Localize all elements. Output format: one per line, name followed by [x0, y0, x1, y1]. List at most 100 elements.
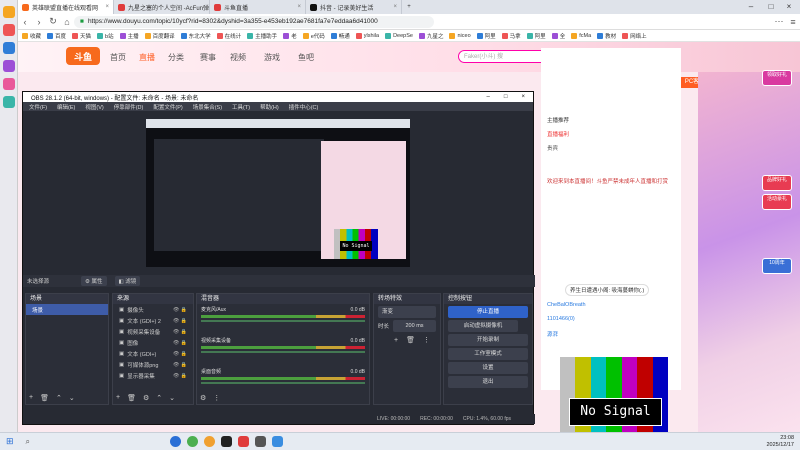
source-item[interactable]: ▣ 可媒体源png 👁 🔒: [113, 359, 193, 370]
minimize-icon[interactable]: –: [487, 94, 490, 100]
browser-tab[interactable]: 斗鱼直播 ×: [210, 0, 306, 14]
bookmark-item[interactable]: 阿里: [526, 32, 546, 40]
app-icon[interactable]: [2, 78, 15, 90]
bookmark-item[interactable]: 在线计: [216, 32, 241, 40]
trash-icon[interactable]: 🗑: [127, 394, 136, 402]
more-icon[interactable]: ⋮: [213, 394, 220, 402]
app-icon[interactable]: [2, 96, 15, 108]
down-icon[interactable]: ⌄: [69, 394, 75, 402]
source-item[interactable]: ▣ 视频采集设备 👁 🔒: [113, 326, 193, 337]
obs-menu-item[interactable]: 帮助(H): [260, 103, 279, 111]
app-icon[interactable]: [204, 436, 216, 447]
properties-button[interactable]: ⚙ 属性: [81, 276, 107, 286]
bookmark-item[interactable]: e代码: [302, 32, 325, 40]
nav-games[interactable]: 游戏: [264, 52, 280, 63]
nav-home[interactable]: 首页: [110, 52, 126, 63]
start-icon[interactable]: ⊞: [6, 436, 14, 447]
add-icon[interactable]: +: [394, 337, 398, 344]
down-icon[interactable]: ⌄: [169, 394, 175, 402]
maximize-icon[interactable]: □: [504, 94, 508, 100]
bookmark-item[interactable]: DeepSe: [385, 32, 413, 39]
app-icon[interactable]: [2, 42, 15, 54]
bookmark-item[interactable]: 百度翻译: [144, 32, 175, 40]
scene-item[interactable]: 场景: [26, 304, 108, 315]
bookmark-item[interactable]: 网络上: [622, 32, 647, 40]
obs-menu-item[interactable]: 工具(T): [232, 103, 250, 111]
volume-slider[interactable]: [201, 351, 365, 353]
up-icon[interactable]: ⌃: [156, 394, 162, 402]
minimize-icon[interactable]: –: [742, 0, 760, 14]
promo-button[interactable]: 领取好礼: [762, 70, 792, 86]
source-item[interactable]: ▣ 显示器采集 👁 🔒: [113, 370, 193, 381]
studio-mode-button[interactable]: 工作室模式: [448, 348, 528, 360]
back-icon[interactable]: ‹: [18, 17, 32, 27]
obs-window-controls[interactable]: – □ ×: [487, 94, 525, 100]
visibility-lock-icon[interactable]: 👁 🔒: [173, 373, 187, 379]
volume-slider[interactable]: [201, 320, 365, 322]
search-icon[interactable]: ⌕: [26, 437, 30, 447]
system-clock[interactable]: 23:08 2025/12/17: [766, 435, 794, 449]
nav-category[interactable]: 分类: [168, 52, 184, 63]
visibility-lock-icon[interactable]: 👁 🔒: [173, 318, 187, 324]
close-icon[interactable]: ×: [297, 4, 301, 10]
home-icon[interactable]: ⌂: [60, 17, 74, 27]
app-icon[interactable]: [238, 436, 250, 447]
browser-tab[interactable]: 抖音 - 记录美好生活 ×: [306, 0, 402, 14]
promo-button[interactable]: 10周年: [762, 258, 792, 274]
browser-tab[interactable]: 九星之塞的个人空间 -AcFun弹幕×: [114, 0, 210, 14]
bookmark-item[interactable]: b站: [97, 32, 114, 40]
refresh-icon[interactable]: ↻: [46, 16, 60, 27]
douyu-logo[interactable]: 斗鱼: [66, 47, 100, 65]
obs-menu-item[interactable]: 编辑(E): [57, 103, 75, 111]
promo-button[interactable]: 活动豪礼: [762, 194, 792, 210]
gear-icon[interactable]: ⚙: [143, 394, 149, 402]
close-icon[interactable]: ×: [393, 4, 397, 10]
app-icon[interactable]: [2, 6, 15, 18]
source-item[interactable]: ▣ 文本 (GDI+) 2 👁 🔒: [113, 315, 193, 326]
forward-icon[interactable]: ›: [32, 17, 46, 27]
bookmark-item[interactable]: 九星之: [418, 32, 443, 40]
app-icon[interactable]: [255, 436, 267, 447]
bookmark-item[interactable]: 畅通: [330, 32, 350, 40]
bookmark-item[interactable]: 马拿: [501, 32, 521, 40]
exit-button[interactable]: 退出: [448, 376, 528, 388]
more-icon[interactable]: ⋮: [423, 336, 430, 344]
bookmark-item[interactable]: fcMa: [571, 32, 591, 39]
bookmark-item[interactable]: 老: [283, 32, 297, 40]
stop-stream-button[interactable]: 停止直播: [448, 306, 528, 318]
visibility-lock-icon[interactable]: 👁 🔒: [173, 340, 187, 346]
source-item[interactable]: ▣ 摄像头 👁 🔒: [113, 304, 193, 315]
add-icon[interactable]: +: [29, 394, 33, 402]
up-icon[interactable]: ⌃: [56, 394, 62, 402]
bookmark-item[interactable]: 天猫: [72, 32, 91, 40]
add-icon[interactable]: +: [116, 394, 120, 402]
obs-menu-item[interactable]: 文件(F): [29, 103, 47, 111]
app-icon[interactable]: [2, 60, 15, 72]
bookmark-item[interactable]: 全: [551, 32, 565, 40]
bookmark-item[interactable]: 东北大学: [180, 32, 211, 40]
close-icon[interactable]: ×: [521, 94, 525, 100]
url-input[interactable]: ■ https://www.douyu.com/topic/10ycf?rid=8…: [74, 15, 434, 28]
obs-menu-item[interactable]: 视图(V): [85, 103, 103, 111]
app-icon[interactable]: [187, 436, 199, 447]
nav-video[interactable]: 视频: [230, 52, 246, 63]
bookmark-item[interactable]: niceo: [449, 32, 471, 39]
transition-select[interactable]: 渐变: [378, 306, 436, 318]
bookmark-item[interactable]: 收藏: [22, 32, 41, 40]
virtual-camera-button[interactable]: 启动虚拟摄像机: [448, 320, 518, 332]
duration-input[interactable]: 200 ms: [393, 320, 436, 332]
obs-preview[interactable]: No Signal: [146, 119, 410, 267]
start-recording-button[interactable]: 开始录制: [448, 334, 528, 346]
obs-menu-item[interactable]: 配置文件(P): [153, 103, 182, 111]
filters-button[interactable]: ◧ 滤镜: [114, 276, 141, 286]
bookmark-item[interactable]: 主播助手: [247, 32, 277, 40]
visibility-lock-icon[interactable]: 👁 🔒: [173, 307, 187, 313]
bookmark-item[interactable]: 教材: [597, 32, 616, 40]
visibility-lock-icon[interactable]: 👁 🔒: [173, 329, 187, 335]
app-icon[interactable]: [170, 436, 182, 447]
trash-icon[interactable]: 🗑: [406, 336, 415, 344]
obs-menu-item[interactable]: 停靠部件(D): [114, 103, 144, 111]
settings-button[interactable]: 设置: [448, 362, 528, 374]
menu-icon[interactable]: ≡: [786, 17, 800, 27]
bookmark-item[interactable]: ylshila: [355, 32, 379, 39]
